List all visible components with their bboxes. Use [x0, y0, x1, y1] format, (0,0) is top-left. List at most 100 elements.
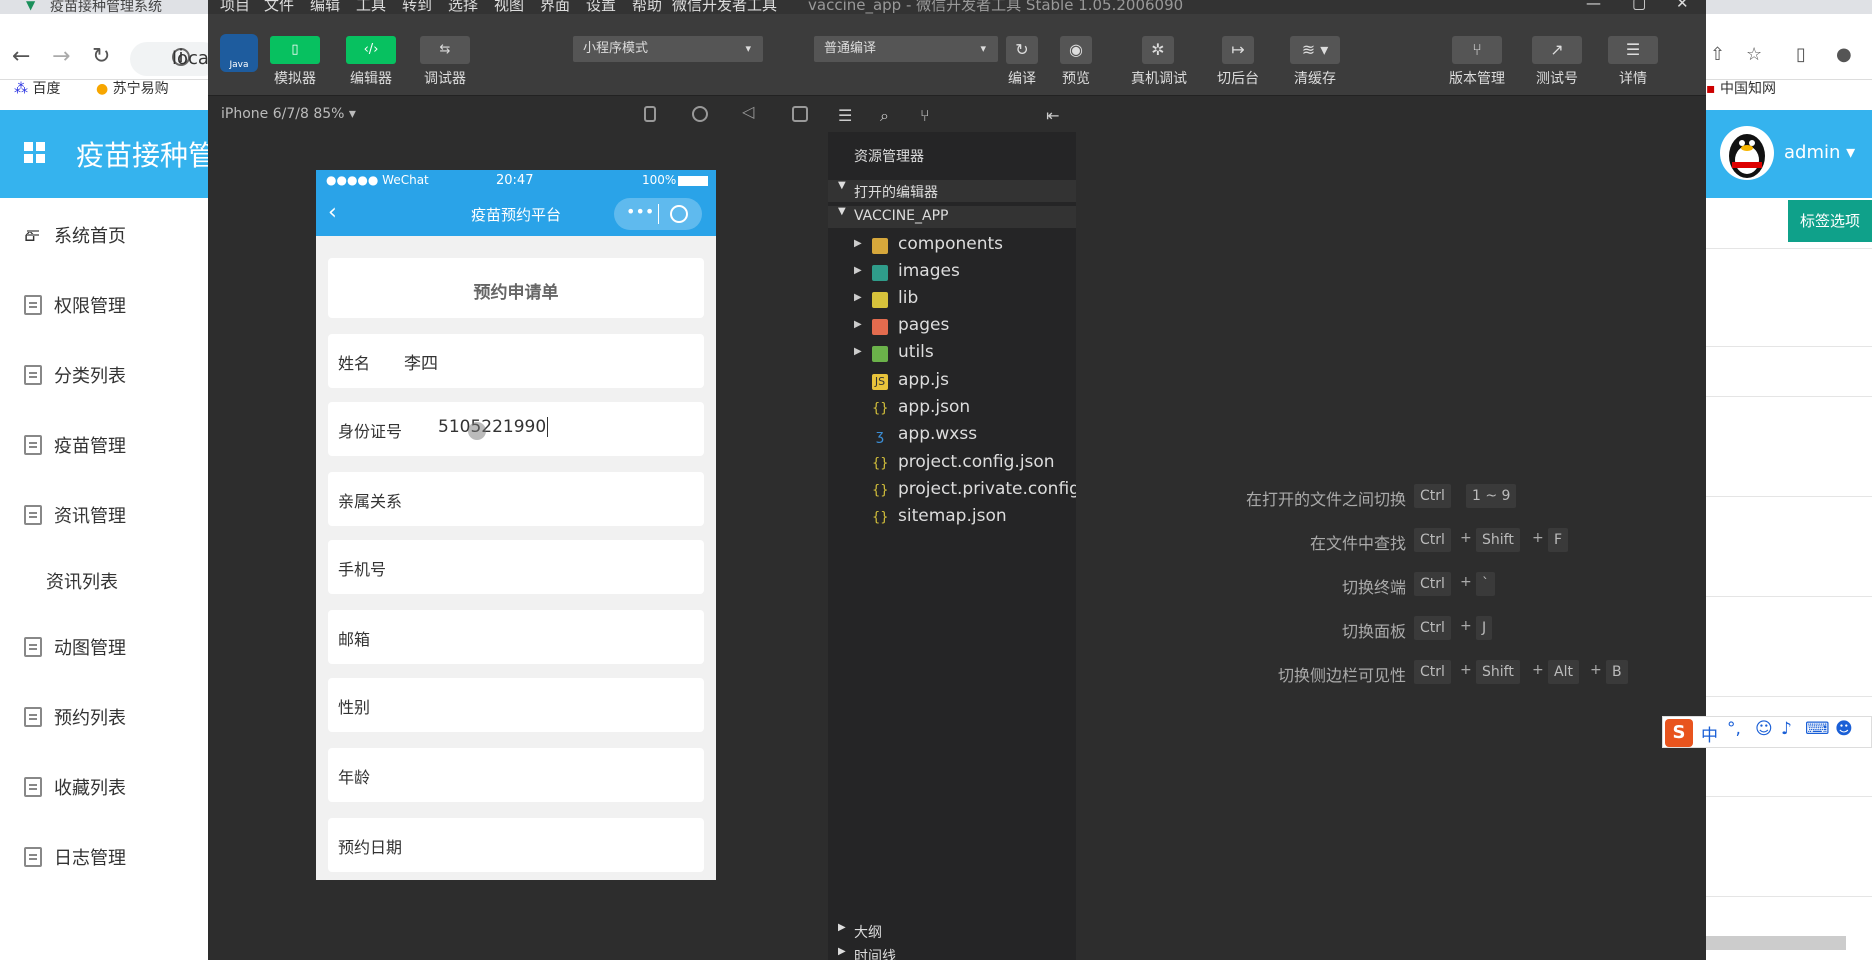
field-booking-date[interactable]: 预约日期 — [328, 818, 704, 872]
background-icon[interactable]: ↦ — [1222, 36, 1254, 64]
keyboard-icon[interactable]: ⌨ — [1805, 719, 1830, 739]
simulator-toggle-button[interactable]: ▯ — [270, 36, 320, 64]
tree-file-app-json[interactable]: {} app.json — [828, 397, 1076, 423]
admin-user-menu[interactable]: admin ▾ — [1784, 142, 1855, 163]
forward-icon[interactable]: → — [52, 44, 70, 69]
menu-interface[interactable]: 界面 — [540, 0, 570, 15]
collapse-panel-icon[interactable]: ⇤ — [1046, 106, 1059, 125]
menu-help[interactable]: 帮助 — [632, 0, 662, 15]
list-icon[interactable]: ☰ — [838, 106, 852, 125]
tag-options-button[interactable]: 标签选项 — [1788, 200, 1872, 242]
star-icon[interactable]: ☆ — [1746, 44, 1762, 65]
menu-select[interactable]: 选择 — [448, 0, 478, 15]
record-icon[interactable] — [692, 106, 708, 122]
field-phone[interactable]: 手机号 — [328, 540, 704, 594]
tree-folder-lib[interactable]: ▶ lib — [828, 288, 1076, 314]
debugger-toggle-button[interactable]: ⇆ — [420, 36, 470, 64]
device-select[interactable]: iPhone 6/7/8 85% ▾ — [221, 106, 356, 122]
sidebar-item-bookings[interactable]: 预约列表 — [24, 704, 126, 730]
menu-grid-icon[interactable] — [24, 142, 46, 164]
sidebar-item-permissions[interactable]: 权限管理 — [24, 292, 126, 318]
ime-mode[interactable]: 中 — [1701, 721, 1718, 746]
bookmark-suning[interactable]: ● 苏宁易购 — [96, 78, 169, 98]
sidebar-item-logs[interactable]: 日志管理 — [24, 844, 126, 870]
timeline-section[interactable]: ▶ 时间线 — [828, 944, 1076, 960]
microphone-icon[interactable]: ♪ — [1781, 719, 1792, 739]
editor-toggle-button[interactable]: ‹/› — [346, 36, 396, 64]
debugger-label: 调试器 — [424, 71, 466, 87]
detach-icon[interactable] — [792, 106, 808, 122]
search-icon[interactable]: ⌕ — [880, 106, 889, 126]
punctuation-icon[interactable]: °, — [1727, 719, 1741, 739]
menu-edit[interactable]: 编辑 — [310, 0, 340, 15]
sidebar-subitem-news-list[interactable]: 资讯列表 — [46, 568, 118, 594]
details-icon[interactable]: ☰ — [1608, 36, 1658, 64]
tree-folder-components[interactable]: ▶ components — [828, 234, 1076, 260]
test-account-icon[interactable]: ↗ — [1532, 36, 1582, 64]
preview-icon[interactable]: ◉ — [1060, 36, 1092, 64]
volume-icon[interactable]: ◁ — [742, 102, 758, 121]
menu-goto[interactable]: 转到 — [402, 0, 432, 15]
field-id-number[interactable]: 身份证号 5105221990 — [328, 402, 704, 456]
remote-debug-icon[interactable]: ✲ — [1142, 36, 1174, 64]
capsule-menu[interactable]: ••• — [614, 198, 702, 230]
open-editors-section[interactable]: ▼ 打开的编辑器 — [828, 180, 1076, 202]
horizontal-scrollbar[interactable] — [1706, 936, 1846, 950]
tree-folder-utils[interactable]: ▶ utils — [828, 342, 1076, 368]
bookmark-cnki[interactable]: ▪ 中国知网 — [1706, 78, 1776, 98]
sidebar-item-favorites[interactable]: 收藏列表 — [24, 774, 126, 800]
tree-folder-pages[interactable]: ▶ pages — [828, 315, 1076, 341]
emoji-icon[interactable]: ☺ — [1755, 719, 1773, 739]
sidebar-item-news[interactable]: 资讯管理 — [24, 502, 126, 528]
more-icon[interactable]: ••• — [626, 202, 654, 221]
name-input[interactable]: 李四 — [404, 349, 438, 374]
compile-icon[interactable]: ↻ — [1006, 36, 1038, 64]
tree-file-project-private-config[interactable]: {} project.private.config... — [828, 479, 1096, 505]
reload-icon[interactable]: ↻ — [92, 44, 110, 69]
bookmark-baidu[interactable]: ⁂ 百度 — [14, 78, 60, 98]
close-icon[interactable]: ✕ — [1676, 0, 1689, 12]
clear-cache-icon[interactable]: ≋ ▾ — [1290, 36, 1340, 64]
profile-icon[interactable]: ● — [1836, 44, 1852, 65]
project-root-section[interactable]: ▼ VACCINE_APP — [828, 206, 1076, 228]
menu-tools[interactable]: 工具 — [356, 0, 386, 15]
side-panel-icon[interactable]: ▯ — [1796, 44, 1806, 65]
outline-section[interactable]: ▶ 大纲 — [828, 920, 1076, 942]
sidebar-item-vaccines[interactable]: 疫苗管理 — [24, 432, 126, 458]
plus-sign: + — [1590, 662, 1602, 678]
field-email[interactable]: 邮箱 — [328, 610, 704, 664]
menu-wechat-devtools[interactable]: 微信开发者工具 — [672, 0, 777, 15]
mode-select[interactable]: 小程序模式 — [573, 36, 763, 62]
avatar[interactable] — [1720, 126, 1774, 180]
field-relation[interactable]: 亲属关系 — [328, 472, 704, 526]
tree-folder-images[interactable]: ▶ images — [828, 261, 1076, 287]
tree-file-project-config[interactable]: {} project.config.json — [828, 452, 1076, 478]
menu-settings[interactable]: 设置 — [586, 0, 616, 15]
ime-toolbar[interactable]: S 中 °, ☺ ♪ ⌨ ☻ — [1662, 716, 1872, 748]
branch-icon[interactable]: ⑂ — [920, 106, 930, 125]
field-age[interactable]: 年龄 — [328, 748, 704, 802]
sidebar-item-categories[interactable]: 分类列表 — [24, 362, 126, 388]
back-icon[interactable]: ← — [12, 44, 30, 69]
minimize-icon[interactable]: — — [1586, 0, 1601, 12]
menu-project[interactable]: 项目 — [220, 0, 250, 15]
maximize-icon[interactable]: ▢ — [1632, 0, 1646, 12]
tree-file-sitemap[interactable]: {} sitemap.json — [828, 506, 1076, 532]
sidebar-item-home[interactable]: ⌂ 系统首页 — [24, 222, 126, 248]
tree-file-app-wxss[interactable]: ʒ app.wxss — [828, 424, 1076, 450]
compile-mode-select[interactable]: 普通编译 — [814, 36, 998, 62]
field-name[interactable]: 姓名 李四 — [328, 334, 704, 388]
close-circle-icon[interactable] — [670, 205, 688, 223]
sidebar-item-animations[interactable]: 动图管理 — [24, 634, 126, 660]
menu-file[interactable]: 文件 — [264, 0, 294, 15]
tree-file-app-js[interactable]: JS app.js — [828, 370, 1076, 396]
id-number-input[interactable]: 5105221990 — [438, 417, 549, 437]
menu-view[interactable]: 视图 — [494, 0, 524, 15]
address-bar[interactable]: i loca — [130, 42, 220, 76]
field-gender[interactable]: 性别 — [328, 678, 704, 732]
version-control-icon[interactable]: ⑂ — [1452, 36, 1502, 64]
divider — [1706, 596, 1872, 597]
user-icon[interactable]: ☻ — [1835, 719, 1853, 739]
share-icon[interactable]: ⇧ — [1710, 44, 1725, 65]
device-icon[interactable] — [644, 106, 656, 122]
